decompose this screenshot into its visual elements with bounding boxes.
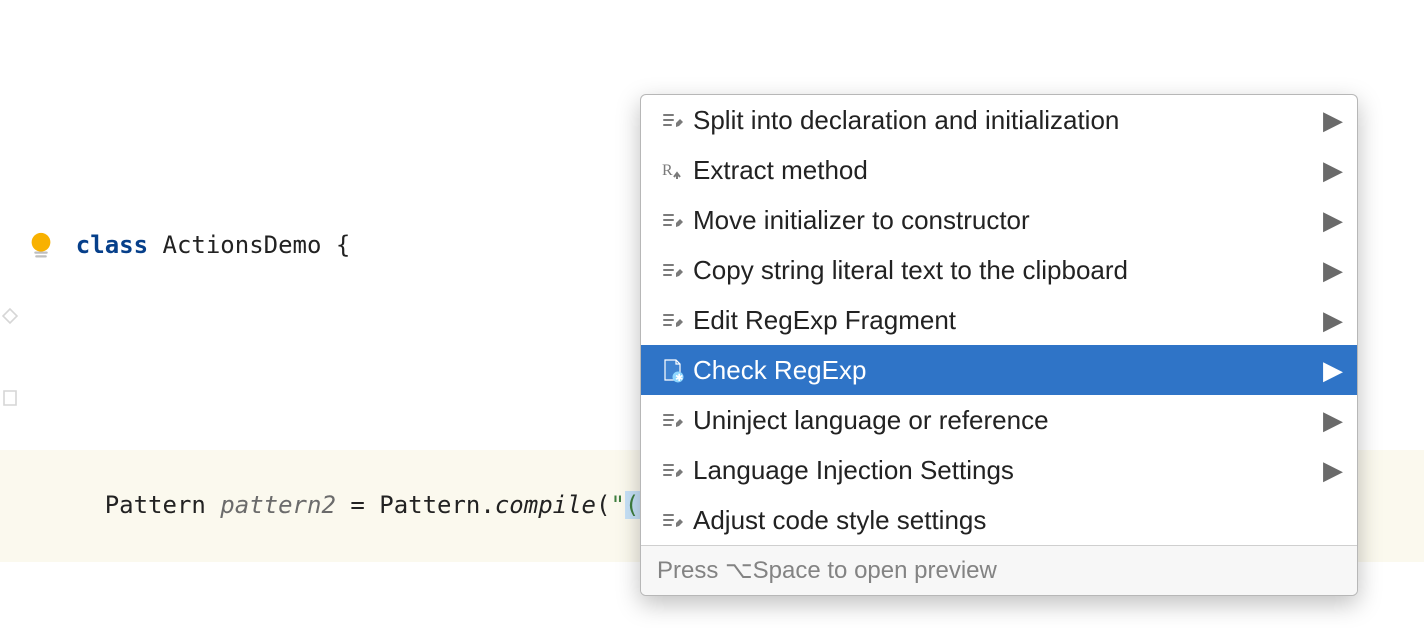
menu-item-label: Uninject language or reference [693, 405, 1323, 436]
intent-icon [655, 507, 691, 533]
intent-icon [655, 457, 691, 483]
menu-item-label: Move initializer to constructor [693, 205, 1323, 236]
submenu-arrow-icon: ▶ [1323, 305, 1343, 336]
submenu-arrow-icon: ▶ [1323, 355, 1343, 386]
submenu-arrow-icon: ▶ [1323, 455, 1343, 486]
menu-item-label: Split into declaration and initializatio… [693, 105, 1323, 136]
code-text: ActionsDemo { [148, 231, 350, 259]
intent-icon [655, 407, 691, 433]
code-text: = Pattern. [336, 491, 495, 519]
intent-icon [655, 257, 691, 283]
submenu-arrow-icon: ▶ [1323, 205, 1343, 236]
menu-item-edit-regexp-fragment[interactable]: Edit RegExp Fragment▶ [641, 295, 1357, 345]
intent-icon [655, 207, 691, 233]
submenu-arrow-icon: ▶ [1323, 105, 1343, 136]
extract-icon: R [655, 157, 691, 183]
menu-item-language-injection-settings[interactable]: Language Injection Settings▶ [641, 445, 1357, 495]
gutter-override-icon[interactable] [0, 314, 20, 334]
lightbulb-icon [26, 157, 56, 187]
code-text: ( [596, 491, 610, 519]
menu-item-adjust-code-style-settings[interactable]: Adjust code style settings [641, 495, 1357, 545]
code-text: Pattern [76, 491, 221, 519]
identifier: pattern2 [220, 491, 336, 519]
menu-item-label: Check RegExp [693, 355, 1323, 386]
submenu-arrow-icon: ▶ [1323, 405, 1343, 436]
gutter-implements-icon[interactable] [0, 232, 20, 252]
submenu-arrow-icon: ▶ [1323, 255, 1343, 286]
menu-item-label: Copy string literal text to the clipboar… [693, 255, 1323, 286]
menu-item-label: Adjust code style settings [693, 505, 1323, 536]
intent-icon [655, 307, 691, 333]
menu-item-extract-method[interactable]: R Extract method▶ [641, 145, 1357, 195]
menu-item-label: Edit RegExp Fragment [693, 305, 1323, 336]
menu-item-label: Extract method [693, 155, 1323, 186]
method-call: compile [495, 491, 596, 519]
submenu-arrow-icon: ▶ [1323, 155, 1343, 186]
menu-item-copy-string-literal-text-to-the-clipboar[interactable]: Copy string literal text to the clipboar… [641, 245, 1357, 295]
menu-item-label: Language Injection Settings [693, 455, 1323, 486]
menu-item-check-regexp[interactable]: ✱ Check RegExp▶ [641, 345, 1357, 395]
svg-text:✱: ✱ [675, 373, 683, 383]
intention-actions-menu[interactable]: Split into declaration and initializatio… [640, 94, 1358, 596]
menu-item-split-into-declaration-and-initializatio[interactable]: Split into declaration and initializatio… [641, 95, 1357, 145]
menu-footer-hint: Press ⌥Space to open preview [641, 545, 1357, 595]
keyword-class: class [76, 231, 148, 259]
menu-item-move-initializer-to-constructor[interactable]: Move initializer to constructor▶ [641, 195, 1357, 245]
svg-text:R: R [662, 162, 673, 179]
file-star-icon: ✱ [655, 357, 691, 383]
intent-icon [655, 107, 691, 133]
string-quote: " [610, 491, 624, 519]
menu-item-uninject-language-or-reference[interactable]: Uninject language or reference▶ [641, 395, 1357, 445]
